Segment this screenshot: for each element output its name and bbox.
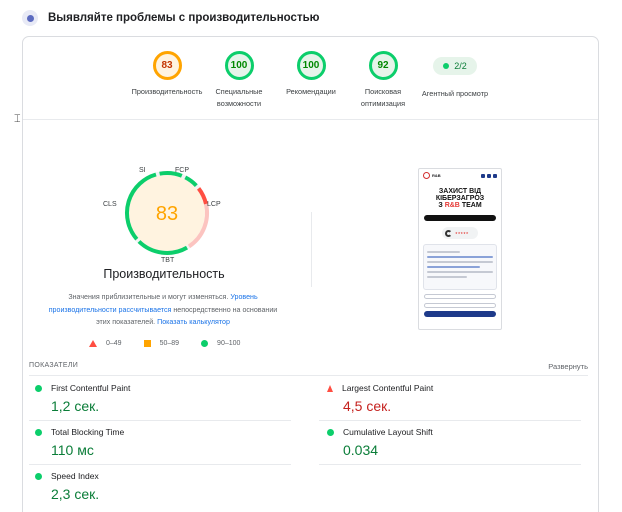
average-square-icon [143, 340, 151, 347]
stars-icon: ★★★★★ [455, 231, 469, 235]
preview-rating-badge: ★★★★★ [442, 227, 478, 239]
pass-circle-icon [201, 340, 209, 347]
section-header: Выявляйте проблемы с производительностью [22, 10, 319, 26]
performance-score: 83 [156, 203, 178, 225]
section-title: Выявляйте проблемы с производительностью [48, 12, 320, 24]
metric-name: Speed Index [51, 471, 99, 481]
lcp-tag: LCP [207, 201, 221, 208]
divider [23, 119, 598, 120]
divider [29, 420, 291, 421]
preview-secondary-button [424, 303, 496, 308]
preview-headline-line: З R&B TEAM [419, 202, 501, 209]
preview-nav-icons [479, 173, 497, 178]
fcp-tag: FCP [175, 167, 189, 174]
legend-range: 90–100 [217, 340, 241, 347]
legend-item-fail: 0–49 [89, 340, 122, 347]
metric-value: 2,3 сек. [51, 486, 100, 502]
fail-triangle-icon [89, 340, 97, 347]
pass-dot-icon [443, 63, 450, 69]
divider [319, 420, 581, 421]
metric-si: Speed Index 2,3 сек. [35, 471, 285, 502]
page-screenshot-preview[interactable]: R&B ЗАХИСТ ВІД КІБЕРЗАГРОЗ З R&B TEAM ★★… [418, 168, 502, 330]
performance-icon [22, 10, 38, 26]
si-tag: SI [139, 167, 146, 174]
metric-lcp: Largest Contentful Paint 4,5 сек. [327, 383, 577, 414]
metric-value: 1,2 сек. [51, 398, 100, 414]
calculator-link[interactable]: Показать калькулятор [157, 318, 230, 326]
divider [319, 464, 581, 465]
preview-headline: ЗАХИСТ ВІД КІБЕРЗАГРОЗ З R&B TEAM [419, 188, 501, 209]
pass-circle-icon [35, 428, 42, 436]
report-card: 83 Производительность 100 Специальные во… [22, 36, 599, 512]
preview-cta-button [424, 215, 496, 221]
cls-tag: CLS [103, 201, 117, 208]
metric-name: Total Blocking Time [51, 427, 125, 437]
preview-word: З [438, 202, 443, 209]
preview-review-card [423, 244, 497, 290]
preview-word: TEAM [461, 202, 482, 209]
metric-value: 4,5 сек. [343, 398, 392, 414]
legend-item-pass: 90–100 [201, 340, 240, 347]
performance-gauge: 83 [125, 171, 210, 255]
expand-button[interactable]: Развернуть [548, 362, 588, 371]
gauge-label: Агентный просмотр [421, 89, 489, 98]
score-legend: 0–49 50–89 90–100 [89, 340, 262, 347]
score-ring: 83 [152, 51, 182, 80]
preview-secondary-button [424, 294, 496, 299]
score-note: Значения приблизительные и могут изменят… [41, 291, 285, 329]
preview-headline-line: КІБЕРЗАГРОЗ [435, 195, 485, 202]
score-ring: 92 [368, 51, 398, 80]
gauge-best-practices[interactable]: 100 Рекомендации [273, 51, 349, 98]
pass-circle-icon [35, 384, 42, 392]
vertical-divider [311, 212, 312, 287]
gauge-label: Рекомендации [286, 87, 336, 96]
metrics-heading: ПОКАЗАТЕЛИ [29, 362, 79, 369]
divider [29, 464, 291, 465]
gauge-accessibility[interactable]: 100 Специальные возможности [201, 51, 277, 110]
agent-value: 2/2 [454, 61, 467, 71]
preview-headline-line: ЗАХИСТ ВІД [438, 188, 482, 195]
score-ring: 100 [296, 51, 326, 80]
google-icon [445, 229, 452, 237]
gauge-label: Поисковая оптимизация [360, 87, 406, 108]
mouse-cursor-icon: ⌶ [14, 113, 21, 125]
legend-item-average: 50–89 [143, 340, 180, 347]
note-prefix: Значения приблизительные и могут изменят… [68, 293, 229, 301]
fail-triangle-icon [327, 384, 333, 392]
preview-logo: R&B [423, 172, 441, 179]
metric-name: Cumulative Layout Shift [343, 427, 433, 437]
legend-range: 50–89 [159, 340, 180, 347]
divider [29, 375, 588, 376]
gauge-agentic-browsing[interactable]: 2/2 Агентный просмотр [417, 51, 493, 100]
preview-navbar: R&B [419, 169, 501, 182]
pass-circle-icon [35, 472, 42, 480]
gauge-performance[interactable]: 83 Производительность [129, 51, 205, 98]
gauge-label: Производительность [131, 87, 203, 96]
preview-primary-button [424, 311, 496, 317]
performance-title: Производительность [103, 267, 225, 281]
preview-brand: R&B [444, 202, 460, 209]
metric-name: Largest Contentful Paint [342, 383, 434, 393]
pass-circle-icon [327, 428, 334, 436]
gauge-seo[interactable]: 92 Поисковая оптимизация [345, 51, 421, 110]
metric-tbt: Total Blocking Time 110 мс [35, 427, 285, 458]
tbt-tag: TBT [161, 257, 175, 264]
gauge-label: Специальные возможности [215, 87, 263, 108]
metric-name: First Contentful Paint [51, 383, 131, 393]
metric-fcp: First Contentful Paint 1,2 сек. [35, 383, 285, 414]
metric-value: 110 мс [51, 442, 94, 458]
agent-pill: 2/2 [433, 57, 477, 75]
legend-range: 0–49 [106, 340, 122, 347]
metric-value: 0.034 [343, 442, 379, 458]
metric-cls: Cumulative Layout Shift 0.034 [327, 427, 577, 458]
score-ring: 100 [224, 51, 254, 80]
